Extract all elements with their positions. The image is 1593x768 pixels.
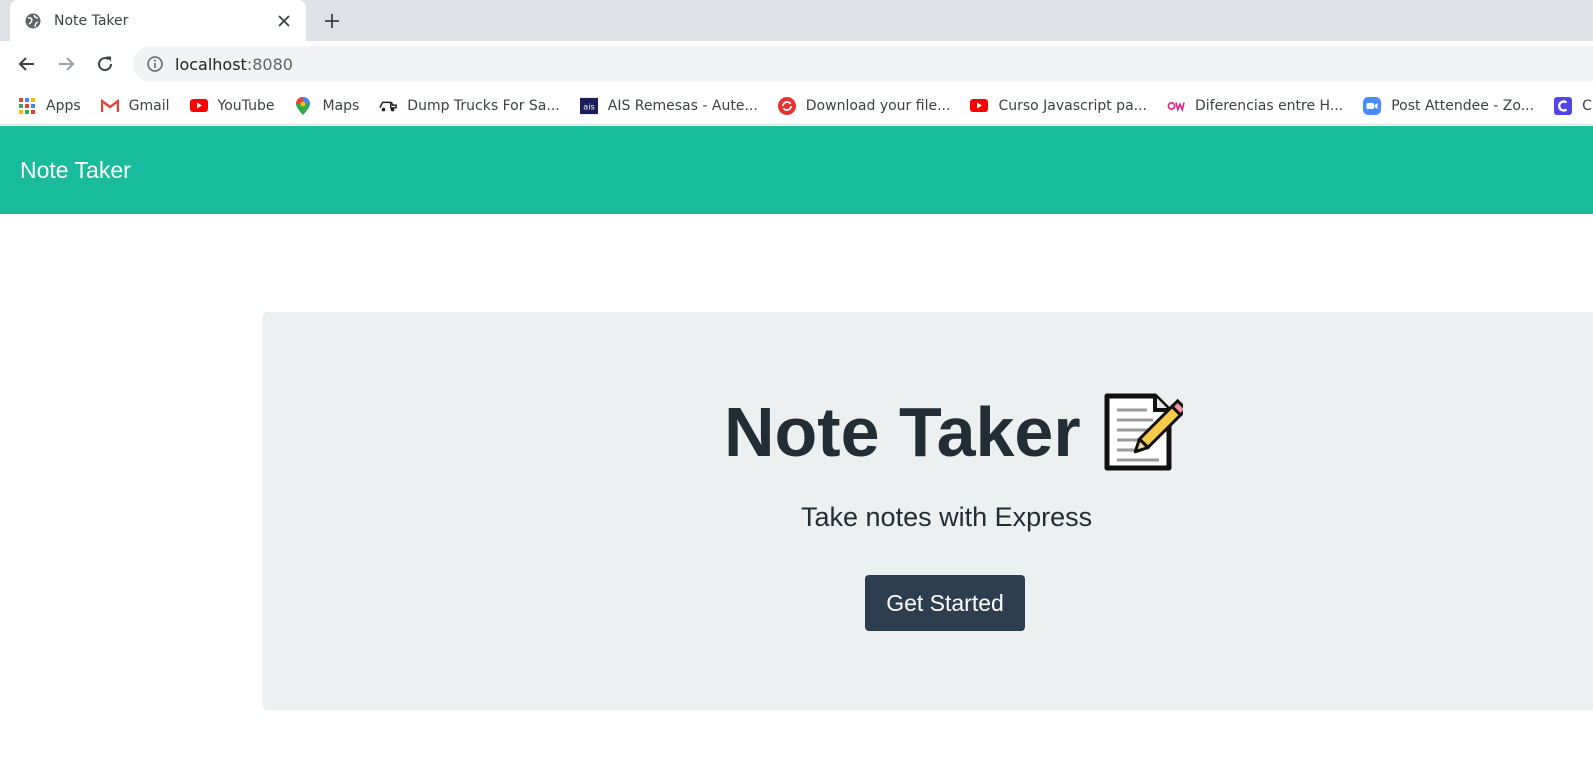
app-navbar: Note Taker xyxy=(0,126,1593,214)
bookmark-curso-javascript[interactable]: Curso Javascript pa... xyxy=(970,92,1147,120)
bookmark-label: Diferencias entre H... xyxy=(1195,97,1344,114)
bookmark-label: Gmail xyxy=(128,97,170,114)
bookmark-label: Download your file... xyxy=(805,97,951,114)
bookmark-post-attendee[interactable]: Post Attendee - Zo... xyxy=(1363,92,1534,120)
ais-icon: ais xyxy=(579,97,598,115)
truck-icon xyxy=(379,97,398,115)
ow-icon xyxy=(1167,97,1185,115)
hero-subtitle: Take notes with Express xyxy=(801,502,1093,532)
arrow-right-icon xyxy=(59,57,75,71)
download-icon xyxy=(777,96,796,115)
bookmark-label: Post Attendee - Zo... xyxy=(1391,97,1535,114)
arrow-left-icon xyxy=(18,57,34,71)
bookmark-diferencias[interactable]: Diferencias entre H... xyxy=(1167,92,1343,120)
url-host: localhost xyxy=(175,54,247,74)
info-icon[interactable] xyxy=(147,56,163,72)
new-tab-button[interactable] xyxy=(318,7,346,35)
bookmark-label: YouTube xyxy=(217,97,275,114)
bookmark-apps[interactable]: Apps xyxy=(18,92,81,120)
hero-title: Note Taker xyxy=(724,392,1183,472)
bookmark-download-file[interactable]: Download your file... xyxy=(777,92,951,120)
bookmark-dump-trucks[interactable]: Dump Trucks For Sa... xyxy=(379,92,560,120)
gmail-icon xyxy=(100,97,119,115)
bookmark-clev[interactable]: Clev xyxy=(1554,92,1593,120)
bookmark-label: Apps xyxy=(46,97,81,114)
get-started-button[interactable]: Get Started xyxy=(865,575,1025,631)
bookmark-label: Maps xyxy=(322,97,360,114)
bookmark-ais-remesas[interactable]: ais AIS Remesas - Aute... xyxy=(579,92,758,120)
tab-title: Note Taker xyxy=(54,12,129,29)
bookmark-gmail[interactable]: Gmail xyxy=(100,92,170,120)
bookmark-label: AIS Remesas - Aute... xyxy=(607,97,758,114)
navbar-brand[interactable]: Note Taker xyxy=(20,157,131,184)
c-icon xyxy=(1554,96,1573,115)
bookmark-label: Dump Trucks For Sa... xyxy=(407,97,560,114)
bookmark-label: Clev xyxy=(1582,97,1593,114)
back-button[interactable] xyxy=(10,47,44,81)
address-bar[interactable]: localhost:8080 xyxy=(133,46,1593,82)
bookmark-youtube[interactable]: YouTube xyxy=(189,92,275,120)
browser-tab[interactable]: Note Taker xyxy=(10,0,306,41)
memo-icon xyxy=(1104,393,1183,471)
bookmark-maps[interactable]: Maps xyxy=(294,92,359,120)
youtube-icon xyxy=(970,97,989,115)
tab-strip: Note Taker xyxy=(0,0,1593,41)
maps-icon xyxy=(294,96,312,115)
zoom-icon xyxy=(1363,96,1382,115)
hero-title-text: Note Taker xyxy=(724,393,1081,471)
close-icon[interactable] xyxy=(274,11,294,31)
globe-icon xyxy=(24,12,42,30)
reload-icon xyxy=(98,56,113,72)
browser-toolbar: localhost:8080 xyxy=(0,41,1593,87)
bookmarks-bar: Apps Gmail YouTube Maps Dump Trucks For … xyxy=(0,87,1593,125)
reload-button[interactable] xyxy=(88,47,122,81)
apps-grid-icon xyxy=(18,97,36,115)
youtube-icon xyxy=(189,97,208,115)
forward-button[interactable] xyxy=(49,47,83,81)
url-port: :8080 xyxy=(246,54,293,74)
plus-icon xyxy=(325,14,339,28)
bookmark-label: Curso Javascript pa... xyxy=(998,97,1148,114)
svg-text:ais: ais xyxy=(583,101,594,111)
